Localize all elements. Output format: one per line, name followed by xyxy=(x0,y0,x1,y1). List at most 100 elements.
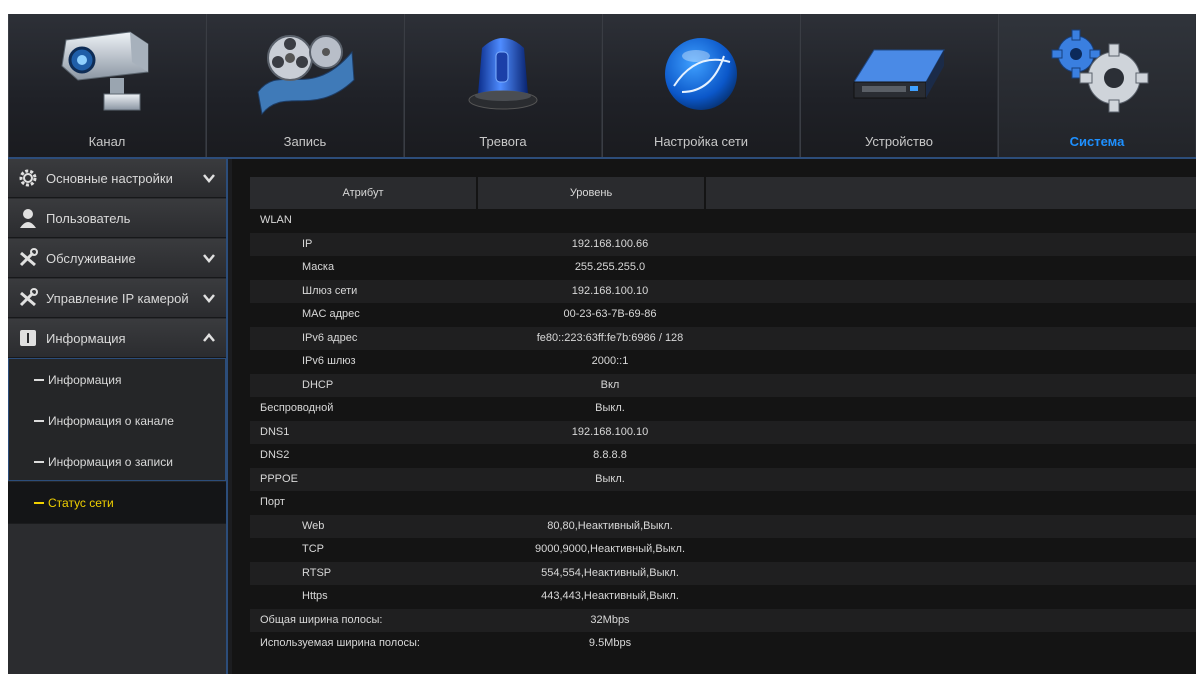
chevron-down-icon xyxy=(203,254,215,263)
tools-icon xyxy=(19,248,38,267)
table-row: WLAN xyxy=(250,209,1196,233)
row-value: 192.168.100.10 xyxy=(571,425,649,438)
row-attribute: IP xyxy=(302,237,313,250)
row-value: Вкл xyxy=(600,378,620,391)
row-attribute: PPPOE xyxy=(260,472,298,485)
row-value: fe80::223:63ff:fe7b:6986 / 128 xyxy=(536,331,684,344)
sidebar-subitem-network-status[interactable]: Статус сети xyxy=(8,482,226,524)
row-value: Выкл. xyxy=(595,402,625,414)
dash-icon xyxy=(34,379,44,381)
sidebar-item-information[interactable]: Информация xyxy=(8,319,226,358)
sidebar: Основные настройки Пользователь Обслужив… xyxy=(8,159,226,674)
row-attribute: Общая ширина полосы: xyxy=(260,613,383,626)
dash-icon xyxy=(34,461,44,463)
row-value: 8.8.8.8 xyxy=(593,449,627,461)
top-menu-bar: Канал Запись Тревога Настройка сети Устр… xyxy=(8,14,1196,159)
table-row: IPv6 адрес fe80::223:63ff:fe7b:6986 / 128 xyxy=(250,326,1196,350)
chevron-up-icon xyxy=(203,333,215,342)
dash-icon xyxy=(34,502,44,504)
row-value: 00-23-63-7B-69-86 xyxy=(563,308,657,320)
row-value: 192.168.100.10 xyxy=(571,284,649,297)
sidebar-item-label: Управление IP камерой xyxy=(46,291,189,306)
row-attribute: Шлюз сети xyxy=(302,284,358,297)
subitem-label: Статус сети xyxy=(48,496,114,510)
table-row: Маска 255.255.255.0 xyxy=(250,256,1196,280)
sidebar-item-user[interactable]: Пользователь xyxy=(8,199,226,238)
tab-label: Устройство xyxy=(864,134,933,149)
gear-icon xyxy=(19,169,37,187)
row-attribute: Беспроводной xyxy=(260,402,334,414)
table-row: RTSP 554,554,Неактивный,Выкл. xyxy=(250,561,1196,585)
table-row: Https 443,443,Неактивный,Выкл. xyxy=(250,585,1196,609)
row-attribute: MAC адрес xyxy=(302,308,360,320)
tab-label: Запись xyxy=(283,134,327,149)
dvr-screen: Канал Запись Тревога Настройка сети Устр… xyxy=(8,14,1196,674)
row-attribute: WLAN xyxy=(260,214,292,226)
gears-icon xyxy=(1051,29,1149,113)
info-book-icon xyxy=(20,330,36,346)
row-value: 2000::1 xyxy=(591,355,629,367)
row-value: 80,80,Неактивный,Выкл. xyxy=(547,519,673,532)
column-header-attribute: Атрибут xyxy=(250,177,478,209)
table-row: Web 80,80,Неактивный,Выкл. xyxy=(250,514,1196,538)
tab-alarm[interactable]: Тревога xyxy=(404,14,602,157)
chevron-down-icon xyxy=(203,294,215,303)
status-table-body: WLAN IP 192.168.100.66 Маска 255.255.255.0 Шл… xyxy=(250,209,1196,656)
sidebar-subitem-info[interactable]: Информация xyxy=(8,359,226,401)
table-row: MAC адрес 00-23-63-7B-69-86 xyxy=(250,303,1196,327)
row-attribute: Используемая ширина полосы: xyxy=(260,637,420,649)
column-header-level: Уровень xyxy=(478,177,706,209)
sidebar-subitem-record-info[interactable]: Информация о записи xyxy=(8,441,226,483)
row-attribute: Web xyxy=(302,519,325,532)
table-row: Общая ширина полосы: 32Mbps xyxy=(250,608,1196,632)
sidebar-item-maintenance[interactable]: Обслуживание xyxy=(8,239,226,278)
table-row: Используемая ширина полосы: 9.5Mbps xyxy=(250,632,1196,656)
tab-label: Тревога xyxy=(479,134,527,149)
alarm-light-icon xyxy=(468,38,538,110)
network-status-panel: Атрибут Уровень WLAN IP 192.168.100.66 Маск… xyxy=(232,159,1196,674)
dash-icon xyxy=(34,420,44,422)
sidebar-item-label: Основные настройки xyxy=(46,171,173,186)
globe-icon xyxy=(665,38,737,110)
tab-channel[interactable]: Канал xyxy=(8,14,206,157)
table-row: TCP 9000,9000,Неактивный,Выкл. xyxy=(250,538,1196,562)
row-attribute: IPv6 адрес xyxy=(302,331,358,344)
chevron-down-icon xyxy=(203,174,215,183)
table-row: Порт xyxy=(250,491,1196,515)
row-attribute: TCP xyxy=(302,543,324,555)
row-value: 32Mbps xyxy=(590,613,630,626)
camera-icon xyxy=(61,31,149,111)
table-row: PPPOE Выкл. xyxy=(250,467,1196,491)
tab-device[interactable]: Устройство xyxy=(800,14,998,157)
tab-label: Настройка сети xyxy=(653,134,749,149)
table-row: Беспроводной Выкл. xyxy=(250,397,1196,421)
row-attribute: DNS2 xyxy=(260,449,290,461)
tab-network[interactable]: Настройка сети xyxy=(602,14,800,157)
hard-drive-icon xyxy=(853,49,945,99)
subitem-label: Информация xyxy=(48,373,122,387)
row-value: 192.168.100.66 xyxy=(571,237,649,250)
table-row: DHCP Вкл xyxy=(250,373,1196,397)
user-icon xyxy=(20,209,36,228)
sidebar-item-label: Пользователь xyxy=(46,211,131,226)
tab-system[interactable]: Система xyxy=(998,14,1196,157)
sidebar-item-basic-settings[interactable]: Основные настройки xyxy=(8,159,226,198)
row-attribute: DNS1 xyxy=(260,425,290,438)
row-attribute: DHCP xyxy=(302,378,334,391)
subitem-label: Информация о канале xyxy=(48,414,174,428)
table-row: IP 192.168.100.66 xyxy=(250,232,1196,256)
film-reel-icon xyxy=(257,35,355,116)
tab-record[interactable]: Запись xyxy=(206,14,404,157)
row-value: 443,443,Неактивный,Выкл. xyxy=(541,590,679,602)
sidebar-item-label: Информация xyxy=(46,331,126,346)
sidebar-item-label: Обслуживание xyxy=(46,251,136,266)
row-attribute: IPv6 шлюз xyxy=(302,355,356,367)
table-header: Атрибут Уровень xyxy=(250,177,1196,209)
sidebar-subitem-channel-info[interactable]: Информация о канале xyxy=(8,400,226,442)
sidebar-divider xyxy=(226,159,228,674)
tools-icon xyxy=(19,288,38,307)
row-value: 9000,9000,Неактивный,Выкл. xyxy=(534,543,686,555)
row-attribute: Порт xyxy=(260,496,285,508)
sidebar-item-ip-camera[interactable]: Управление IP камерой xyxy=(8,279,226,318)
table-row: IPv6 шлюз 2000::1 xyxy=(250,350,1196,374)
